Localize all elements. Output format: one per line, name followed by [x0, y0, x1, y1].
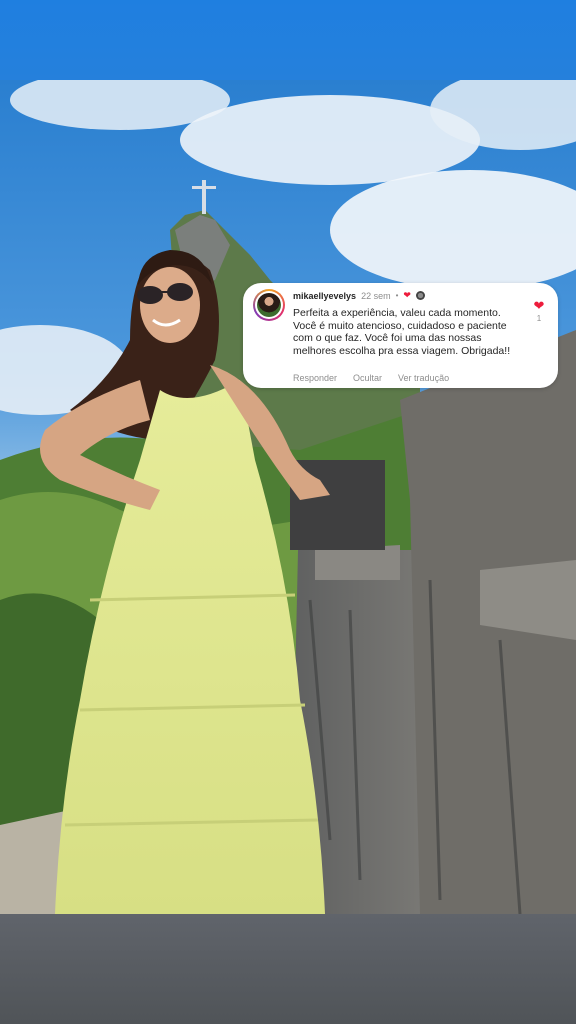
like-count: 1 — [536, 314, 542, 323]
avatar-image — [257, 293, 281, 317]
story-top-band — [0, 0, 576, 80]
heart-icon[interactable]: ❤ — [532, 299, 546, 312]
story-bottom-band — [0, 914, 576, 1024]
comment-actions: Responder Ocultar Ver tradução — [293, 373, 449, 383]
like-control[interactable]: ❤ 1 — [532, 299, 546, 323]
hide-button[interactable]: Ocultar — [353, 373, 382, 383]
comment-text: Perfeita a experiência, valeu cada momen… — [293, 307, 511, 357]
comment-username[interactable]: mikaellyevelys — [293, 291, 356, 301]
story-photo — [0, 80, 576, 914]
avatar-ring — [255, 291, 283, 319]
author-liked-heart-icon: ❤ — [403, 290, 411, 300]
author-mini-avatar-icon — [415, 291, 425, 300]
comment-time: 22 sem — [361, 290, 391, 301]
comment-sticker[interactable]: mikaellyevelys 22 sem • ❤ Perfeita a exp… — [243, 283, 558, 388]
comment-header: mikaellyevelys 22 sem • ❤ — [293, 290, 425, 301]
see-translation-button[interactable]: Ver tradução — [398, 373, 449, 383]
reply-button[interactable]: Responder — [293, 373, 337, 383]
commenter-avatar[interactable] — [253, 289, 285, 321]
separator: • — [395, 291, 399, 300]
